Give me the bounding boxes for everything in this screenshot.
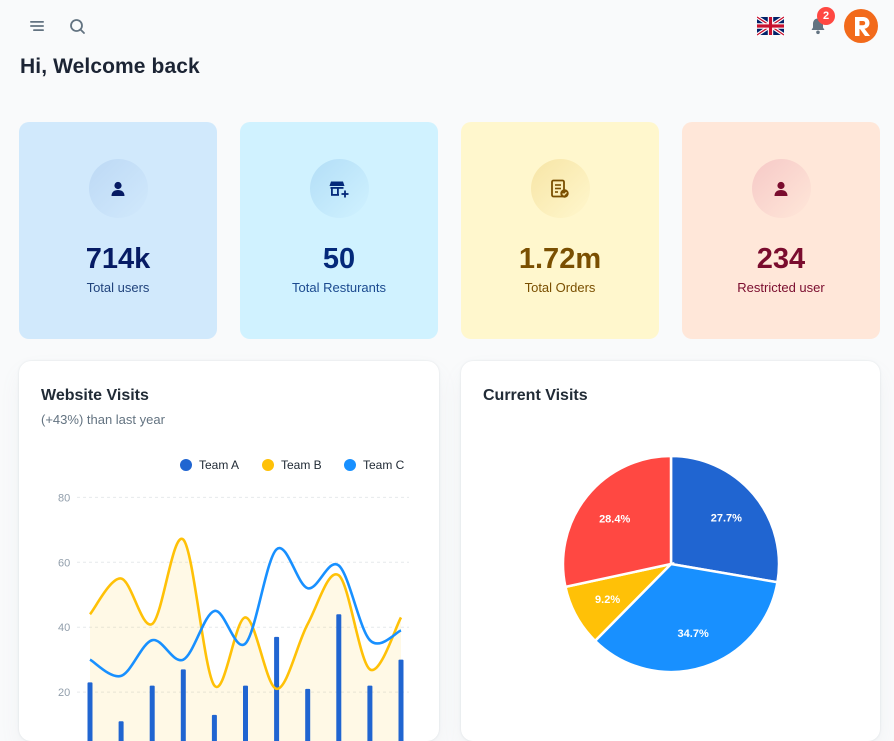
bar-team-a <box>243 685 248 741</box>
bar-team-a <box>87 682 93 741</box>
uk-flag-icon <box>757 16 784 36</box>
current-visits-pie-chart: 27.7% 34.7% 9.2% 28.4% <box>561 454 781 674</box>
y-tick-label: 40 <box>58 622 70 634</box>
bar-team-a <box>305 688 311 741</box>
stat-label: Restricted user <box>737 280 825 295</box>
y-tick-label: 20 <box>58 687 70 699</box>
stat-value: 234 <box>756 243 806 275</box>
pie-label: 27.7% <box>711 512 742 524</box>
stat-card-total-users: 714k Total users <box>19 122 217 339</box>
stat-card-total-restaurants: 50 Total Resturants <box>240 122 438 339</box>
stat-value: 714k <box>85 243 151 275</box>
current-visits-card: Current Visits 27.7% 34.7% 9.2% 28.4% <box>461 361 880 741</box>
top-bar: 2 <box>0 0 894 54</box>
bar-team-a <box>149 685 155 741</box>
notification-badge: 2 <box>817 7 835 25</box>
pie-label: 34.7% <box>678 628 709 640</box>
stat-icon-wrap <box>751 159 811 218</box>
website-visits-chart: 80 60 40 20 <box>58 492 409 741</box>
bar-team-a <box>180 669 186 741</box>
stat-label: Total users <box>86 280 150 295</box>
stat-value: 50 <box>322 243 356 275</box>
avatar[interactable] <box>844 9 878 43</box>
language-button[interactable] <box>757 16 784 36</box>
stat-label: Total Orders <box>524 280 596 295</box>
menu-icon <box>30 21 44 31</box>
user-icon <box>774 181 788 196</box>
menu-button[interactable] <box>26 16 48 36</box>
bar-team-a <box>118 721 124 741</box>
bar-team-a <box>336 614 342 741</box>
search-icon <box>69 18 85 34</box>
stat-icon-wrap <box>530 159 590 218</box>
stat-icon-wrap <box>88 159 148 218</box>
stat-label: Total Resturants <box>292 280 386 295</box>
bar-team-a <box>211 714 217 741</box>
pie-label: 28.4% <box>599 514 630 526</box>
stat-card-restricted-users: 234 Restricted user <box>682 122 880 339</box>
search-button[interactable] <box>66 15 88 37</box>
user-icon <box>111 181 125 196</box>
order-check-icon <box>551 179 569 198</box>
pie-label: 9.2% <box>595 594 620 606</box>
website-visits-card: Website Visits (+43%) than last year Tea… <box>19 361 439 741</box>
bar-team-a <box>367 685 373 741</box>
stat-card-total-orders: 1.72m Total Orders <box>461 122 659 339</box>
y-tick-label: 60 <box>58 557 70 569</box>
stat-value: 1.72m <box>518 243 602 275</box>
brand-logo-icon <box>844 9 878 43</box>
store-add-icon <box>329 181 349 197</box>
bar-team-a <box>398 659 404 741</box>
y-tick-label: 80 <box>58 492 70 504</box>
page-title: Hi, Welcome back <box>20 55 200 78</box>
stat-icon-wrap <box>309 159 369 218</box>
